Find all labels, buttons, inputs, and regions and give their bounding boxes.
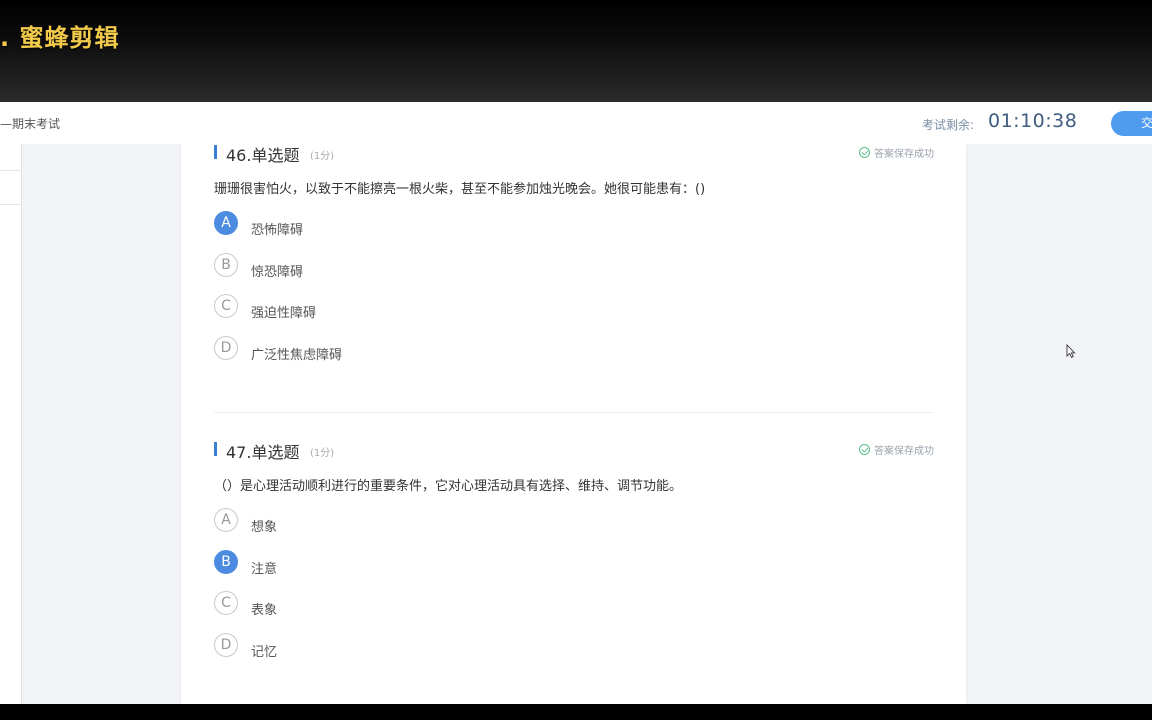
option-radio[interactable]: A — [214, 211, 238, 235]
question-divider — [214, 412, 934, 413]
question-score: (1分) — [310, 448, 335, 459]
option-radio[interactable]: C — [214, 294, 238, 319]
exam-header: —期末考试 考试剩余: 01:10:38 交 — [0, 102, 1152, 145]
option-text[interactable]: 记忆 — [251, 641, 277, 660]
option-radio[interactable]: C — [214, 591, 238, 616]
check-circle-icon — [859, 444, 870, 455]
option-text[interactable]: 惊恐障碍 — [251, 261, 303, 280]
option-a[interactable]: A 恐怖障碍 — [214, 211, 934, 253]
option-d[interactable]: D 广泛性焦虑障碍 — [214, 335, 934, 378]
option-radio[interactable]: B — [214, 252, 238, 277]
option-text[interactable]: 想象 — [251, 516, 277, 535]
options-list: A 想象 B 注意 C 表象 D 记忆 — [214, 508, 934, 674]
question-header: 46.单选题 (1分) 答案保存成功 — [214, 144, 934, 165]
save-status: 答案保存成功 — [859, 442, 934, 457]
option-radio[interactable]: B — [214, 549, 238, 574]
question-header: 47.单选题 (1分) 答案保存成功 — [214, 439, 934, 462]
timer-label: 考试剩余: — [922, 118, 975, 132]
option-radio[interactable]: A — [214, 508, 238, 532]
sidebar-divider — [0, 204, 21, 205]
question-46: 46.单选题 (1分) 答案保存成功 珊珊很害怕火，以致于不能擦亮一根火柴，甚至… — [214, 144, 934, 377]
options-list: A 恐怖障碍 B 惊恐障碍 C 强迫性障碍 D 广泛性焦虑障碍 — [214, 211, 934, 377]
option-d[interactable]: D 记忆 — [214, 632, 934, 675]
option-c[interactable]: C 强迫性障碍 — [214, 294, 934, 336]
option-radio[interactable]: D — [214, 632, 238, 657]
question-47: 47.单选题 (1分) 答案保存成功 （）是心理活动顺利进行的重要条件，它对心理… — [214, 439, 934, 674]
option-text[interactable]: 表象 — [251, 599, 277, 618]
question-score: (1分) — [310, 151, 335, 162]
option-b[interactable]: B 惊恐障碍 — [214, 252, 934, 295]
save-status: 答案保存成功 — [859, 145, 934, 160]
option-text[interactable]: 注意 — [251, 558, 277, 577]
option-b[interactable]: B 注意 — [214, 549, 934, 592]
question-nav-sidebar[interactable] — [0, 144, 22, 704]
question-text: 珊珊很害怕火，以致于不能擦亮一根火柴，甚至不能参加烛光晚会。她很可能患有：() — [214, 182, 706, 197]
option-text[interactable]: 强迫性障碍 — [251, 302, 316, 321]
video-bottom-band — [0, 704, 1152, 720]
check-circle-icon — [859, 147, 870, 158]
exam-title: —期末考试 — [0, 117, 61, 131]
watermark-logo: . 蜜蜂剪辑 — [0, 24, 120, 52]
exam-content-area: 46.单选题 (1分) 答案保存成功 珊珊很害怕火，以致于不能擦亮一根火柴，甚至… — [0, 144, 1152, 704]
mouse-pointer-icon — [1066, 344, 1076, 358]
video-top-band: . 蜜蜂剪辑 — [0, 0, 1152, 102]
option-radio[interactable]: D — [214, 335, 238, 360]
title-accent-bar — [214, 442, 217, 456]
question-title: 46.单选题 — [226, 146, 300, 165]
option-text[interactable]: 广泛性焦虑障碍 — [251, 344, 342, 363]
countdown-timer: 01:10:38 — [988, 110, 1078, 132]
question-card: 46.单选题 (1分) 答案保存成功 珊珊很害怕火，以致于不能擦亮一根火柴，甚至… — [181, 144, 966, 704]
option-text[interactable]: 恐怖障碍 — [251, 219, 303, 238]
sidebar-divider — [0, 170, 21, 171]
save-status-text: 答案保存成功 — [874, 149, 934, 160]
submit-button[interactable]: 交 — [1111, 111, 1152, 136]
save-status-text: 答案保存成功 — [874, 446, 934, 457]
question-text: （）是心理活动顺利进行的重要条件，它对心理活动具有选择、维持、调节功能。 — [214, 479, 683, 494]
title-accent-bar — [214, 145, 217, 159]
question-title: 47.单选题 — [226, 443, 300, 462]
option-a[interactable]: A 想象 — [214, 508, 934, 550]
option-c[interactable]: C 表象 — [214, 591, 934, 633]
